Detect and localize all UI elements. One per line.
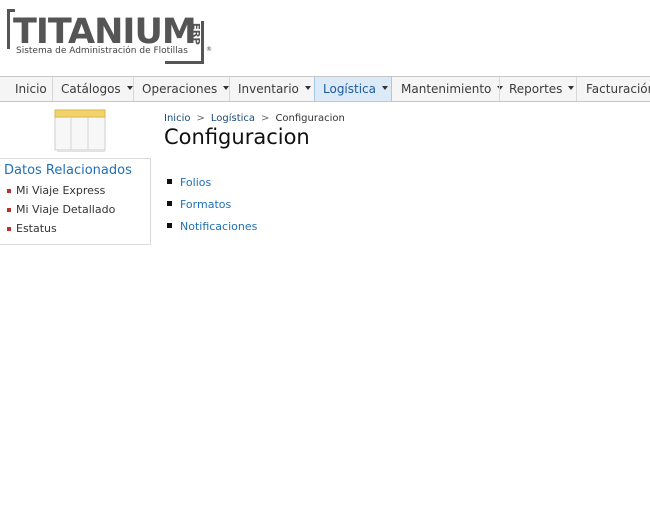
titanium-logo[interactable]: TITANIUM ERP Sistema de Administración d…	[5, 7, 215, 65]
caret-down-icon	[382, 85, 389, 90]
bullet-icon	[7, 189, 11, 193]
nav-label: Logística	[323, 82, 377, 96]
breadcrumb-inicio[interactable]: Inicio	[164, 113, 190, 124]
square-bullet-icon	[167, 179, 172, 184]
caret-down-icon	[126, 85, 133, 90]
nav-divider	[499, 77, 500, 101]
nav-label: Inicio	[15, 82, 47, 96]
section-image	[54, 108, 106, 152]
square-bullet-icon	[167, 201, 172, 206]
nav-catalogos[interactable]: Catálogos	[53, 77, 133, 101]
nav-logistica[interactable]: Logística	[314, 77, 392, 101]
panel-title: Datos Relacionados	[4, 163, 132, 178]
nav-label: Facturación	[586, 82, 650, 96]
square-bullet-icon	[167, 223, 172, 228]
nav-inicio[interactable]: Inicio	[7, 77, 47, 101]
nav-label: Catálogos	[61, 82, 121, 96]
page-title: Configuracion	[164, 125, 310, 149]
nav-label: Mantenimiento	[401, 82, 492, 96]
nav-operaciones[interactable]: Operaciones	[134, 77, 230, 101]
nav-label: Operaciones	[142, 82, 218, 96]
logo-tagline: Sistema de Administración de Flotillas	[16, 45, 188, 56]
breadcrumb-current: Configuracion	[275, 113, 345, 124]
registered-mark: ®	[206, 46, 212, 53]
breadcrumb: Inicio > Logística > Configuracion	[164, 113, 345, 124]
caret-down-icon	[568, 85, 575, 90]
related-data-panel: Datos Relacionados Mi Viaje Express Mi V…	[0, 158, 151, 245]
list-item: Folios	[167, 176, 211, 189]
caret-down-icon	[304, 85, 311, 90]
nav-label: Inventario	[238, 82, 299, 96]
bullet-icon	[7, 208, 11, 212]
nav-reportes[interactable]: Reportes	[501, 77, 575, 101]
main-nav: Inicio Catálogos Operaciones Inventario …	[0, 76, 650, 102]
bullet-icon	[7, 227, 11, 231]
list-item: Formatos	[167, 198, 231, 211]
nav-label: Reportes	[509, 82, 563, 96]
list-item: Notificaciones	[167, 220, 257, 233]
link-mi-viaje-detallado[interactable]: Mi Viaje Detallado	[16, 203, 115, 216]
logo-suffix: ERP	[190, 23, 201, 45]
link-estatus[interactable]: Estatus	[16, 222, 57, 235]
nav-facturacion[interactable]: Facturación	[578, 77, 650, 101]
link-notificaciones[interactable]: Notificaciones	[180, 220, 257, 233]
nav-mantenimiento[interactable]: Mantenimiento	[393, 77, 504, 101]
link-folios[interactable]: Folios	[180, 176, 211, 189]
breadcrumb-separator: >	[196, 113, 205, 124]
breadcrumb-separator: >	[261, 113, 270, 124]
nav-divider	[576, 77, 577, 101]
link-mi-viaje-express[interactable]: Mi Viaje Express	[16, 184, 105, 197]
nav-inventario[interactable]: Inventario	[230, 77, 311, 101]
link-formatos[interactable]: Formatos	[180, 198, 231, 211]
breadcrumb-logistica[interactable]: Logística	[211, 113, 255, 124]
